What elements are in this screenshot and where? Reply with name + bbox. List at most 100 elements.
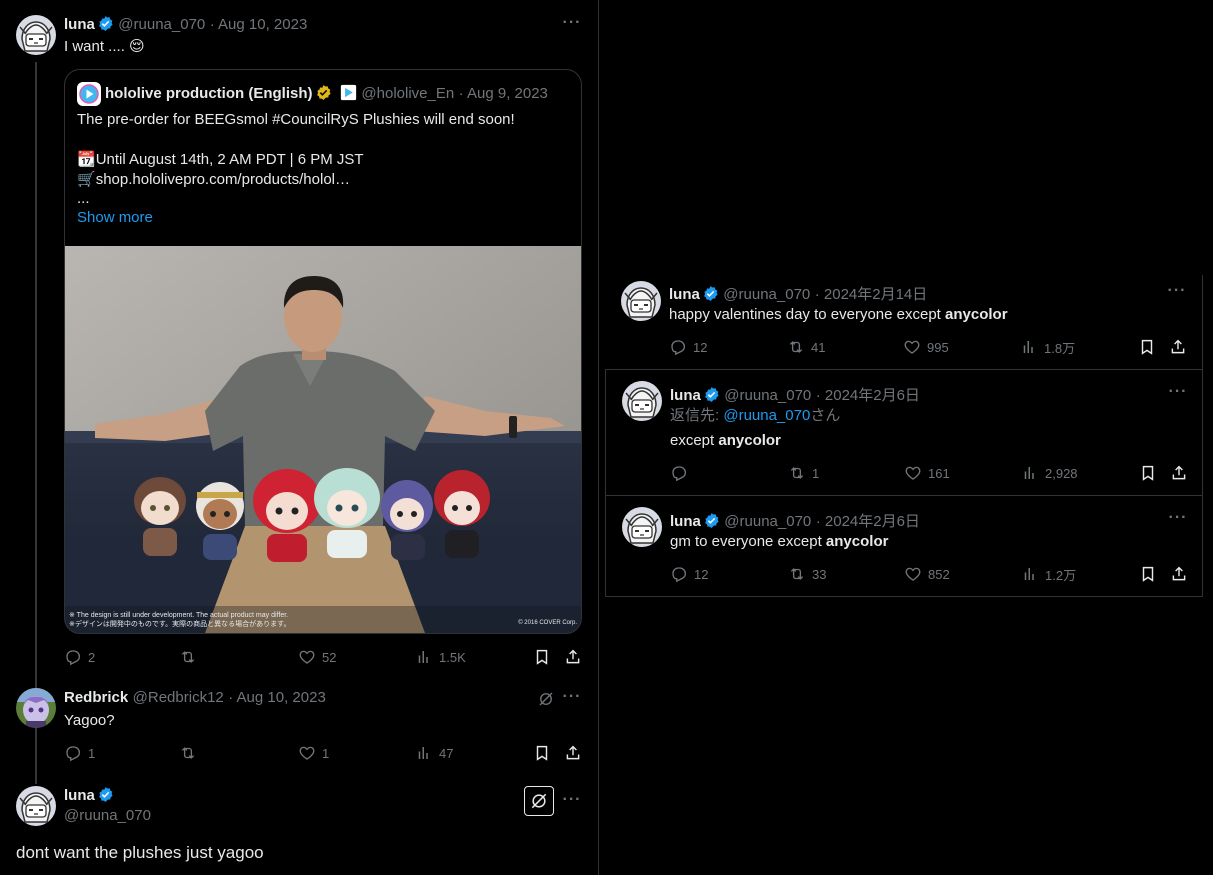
reply-button[interactable]: 12 xyxy=(669,337,707,357)
avatar[interactable] xyxy=(16,786,56,826)
quote-handle: @hololive_En xyxy=(361,85,455,102)
quote-photo[interactable]: ※ The design is still under development.… xyxy=(65,246,581,633)
share-icon[interactable] xyxy=(1170,565,1188,583)
views-button[interactable]: 1.2万 xyxy=(1021,564,1076,584)
like-icon xyxy=(904,565,922,583)
avatar[interactable] xyxy=(16,15,56,55)
column-divider xyxy=(598,0,599,875)
quote-avatar xyxy=(77,82,101,106)
display-name[interactable]: luna xyxy=(670,387,701,404)
share-icon[interactable] xyxy=(564,648,582,666)
more-options-icon[interactable]: ··· xyxy=(561,15,583,34)
tweet-text-bold: anycolor xyxy=(718,432,781,449)
views-button[interactable]: 1.8万 xyxy=(1020,337,1075,357)
retweet-button[interactable]: 41 xyxy=(787,337,825,357)
views-icon xyxy=(1020,338,1038,356)
tweet-card[interactable]: luna @ruuna_070 · 2024年2月6日 ··· 返信先: @ru… xyxy=(605,370,1203,496)
like-button[interactable]: 161 xyxy=(904,463,950,483)
display-name[interactable]: Redbrick xyxy=(64,689,128,706)
replying-to-label: 返信先: xyxy=(670,407,724,424)
share-icon[interactable] xyxy=(1170,464,1188,482)
redbrick-avatar xyxy=(16,688,56,728)
focused-header: luna xyxy=(64,786,114,805)
more-options-icon[interactable]: ··· xyxy=(1167,384,1189,403)
handle[interactable]: @ruuna_070 xyxy=(64,807,151,824)
retweet-count: 33 xyxy=(812,566,827,582)
replying-to: 返信先: @ruuna_070さん xyxy=(670,406,840,426)
more-options-icon[interactable]: ··· xyxy=(561,689,583,708)
more-options-icon[interactable]: ··· xyxy=(1166,283,1188,302)
quote-display-name: hololive production (English) xyxy=(105,85,313,102)
display-name[interactable]: luna xyxy=(64,16,95,33)
grok-button[interactable] xyxy=(524,786,554,816)
reply-button[interactable] xyxy=(670,463,694,483)
hololive-logo-icon xyxy=(79,84,99,104)
handle[interactable]: @ruuna_070 xyxy=(723,286,810,303)
reply-icon xyxy=(670,565,688,583)
avatar[interactable] xyxy=(622,381,662,421)
more-options-icon[interactable]: ··· xyxy=(1167,510,1189,529)
handle[interactable]: @Redbrick12 xyxy=(133,689,224,706)
grok-icon[interactable] xyxy=(537,690,555,708)
cart-emoji: 🛒 xyxy=(77,171,96,188)
retweet-button[interactable]: 33 xyxy=(788,564,826,584)
like-button[interactable]: 995 xyxy=(903,337,949,357)
like-button[interactable]: 1 xyxy=(298,743,329,763)
quote-link: shop.hololivepro.com/products/holol… xyxy=(95,171,350,188)
share-icon[interactable] xyxy=(564,744,582,762)
views-count: 1.8万 xyxy=(1044,340,1076,356)
timestamp[interactable]: · 2024年2月6日 xyxy=(816,513,920,530)
views-button[interactable]: 47 xyxy=(415,743,453,763)
retweet-button[interactable] xyxy=(179,743,203,763)
like-button[interactable]: 52 xyxy=(298,647,336,667)
tweet-text-plain: except xyxy=(670,432,719,449)
handle[interactable]: @ruuna_070 xyxy=(118,16,205,33)
views-count: 1.2万 xyxy=(1045,567,1077,583)
like-button[interactable]: 852 xyxy=(904,564,950,584)
timestamp[interactable]: · 2024年2月6日 xyxy=(816,387,920,404)
handle[interactable]: @ruuna_070 xyxy=(724,513,811,530)
bookmark-icon[interactable] xyxy=(1138,338,1156,356)
reply-button[interactable]: 2 xyxy=(64,647,95,667)
avatar[interactable] xyxy=(16,688,56,728)
timestamp[interactable]: · Aug 10, 2023 xyxy=(210,16,308,33)
display-name[interactable]: luna xyxy=(669,286,700,303)
bookmark-icon[interactable] xyxy=(533,648,551,666)
reply-button[interactable]: 1 xyxy=(64,743,95,763)
reply-button[interactable]: 12 xyxy=(670,564,708,584)
timestamp[interactable]: · Aug 10, 2023 xyxy=(228,689,326,706)
avatar[interactable] xyxy=(622,507,662,547)
bookmark-icon[interactable] xyxy=(533,744,551,762)
handle[interactable]: @ruuna_070 xyxy=(724,387,811,404)
relieved-emoji: 😌 xyxy=(129,38,145,55)
replying-to-handle[interactable]: @ruuna_070 xyxy=(723,407,810,424)
retweet-button[interactable]: 1 xyxy=(788,463,819,483)
retweet-button[interactable] xyxy=(179,647,203,667)
tweet-card[interactable]: luna @ruuna_070 · 2024年2月14日 ··· happy v… xyxy=(605,275,1203,370)
quote-timestamp: · Aug 9, 2023 xyxy=(458,85,548,102)
quote-line-2: 📆Until August 14th, 2 AM PDT | 6 PM JST xyxy=(77,150,573,170)
show-more-link[interactable]: Show more xyxy=(77,208,573,228)
avatar[interactable] xyxy=(621,281,661,321)
more-options-icon[interactable]: ··· xyxy=(561,792,583,811)
tweet-card[interactable]: luna @ruuna_070 · 2024年2月6日 ··· gm to ev… xyxy=(605,496,1203,597)
quote-text: The pre-order for BEEGsmol #CouncilRyS P… xyxy=(77,110,573,228)
retweet-count: 1 xyxy=(812,465,820,481)
replying-to-suffix: さん xyxy=(810,407,841,424)
bookmark-icon[interactable] xyxy=(1139,464,1157,482)
display-name[interactable]: luna xyxy=(64,787,95,804)
views-button[interactable]: 1.5K xyxy=(415,647,466,667)
display-name[interactable]: luna xyxy=(670,513,701,530)
conversation-column: luna @ruuna_070 · Aug 10, 2023 ··· I wan… xyxy=(0,0,598,875)
tweet-text: except anycolor xyxy=(670,431,781,451)
like-icon xyxy=(903,338,921,356)
quote-header: hololive production (English) @hololive_… xyxy=(105,84,548,103)
plushies-photo xyxy=(65,246,581,633)
share-icon[interactable] xyxy=(1169,338,1187,356)
bookmark-icon[interactable] xyxy=(1139,565,1157,583)
views-button[interactable]: 2,928 xyxy=(1021,463,1078,483)
quoted-tweet[interactable]: hololive production (English) @hololive_… xyxy=(64,69,582,634)
timestamp[interactable]: · 2024年2月14日 xyxy=(815,286,928,303)
views-icon xyxy=(1021,464,1039,482)
plush-2 xyxy=(196,482,244,560)
